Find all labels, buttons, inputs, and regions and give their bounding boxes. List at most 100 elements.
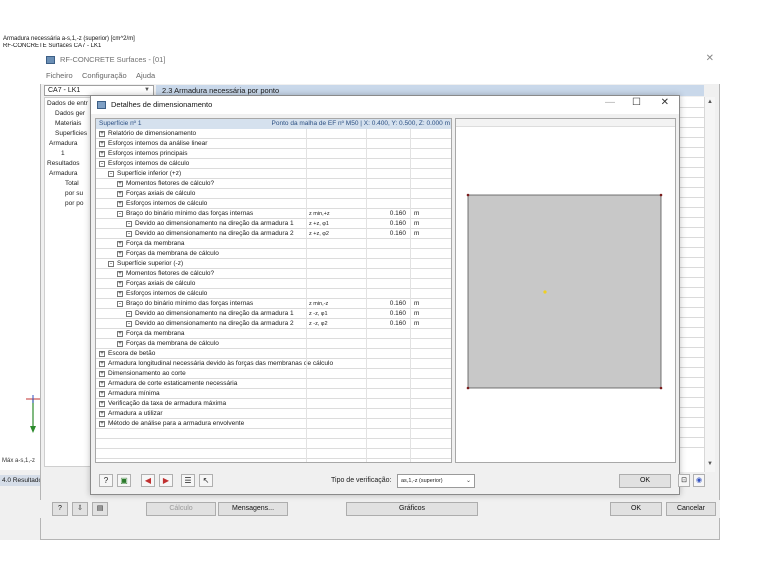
- graphic-panel[interactable]: [455, 118, 676, 463]
- collapse-icon[interactable]: -: [126, 221, 132, 227]
- chevron-up-icon[interactable]: ▲: [707, 99, 713, 105]
- collapse-icon[interactable]: -: [126, 321, 132, 327]
- table-row[interactable]: + Armadura de corte estaticamente necessá…: [96, 379, 451, 389]
- cancel-button[interactable]: Cancelar: [666, 502, 716, 516]
- next-icon[interactable]: ▶: [159, 474, 173, 487]
- table-row[interactable]: + Esforços internos de cálculo: [96, 199, 451, 209]
- export-icon[interactable]: ⇩: [72, 502, 88, 516]
- nav-item[interactable]: 1: [61, 150, 65, 157]
- expand-icon[interactable]: +: [117, 181, 123, 187]
- nav-item[interactable]: Materiais: [55, 120, 81, 127]
- previous-icon[interactable]: ◀: [141, 474, 155, 487]
- menu-ficheiro[interactable]: Ficheiro: [46, 71, 73, 80]
- table-row[interactable]: + Força da membrana: [96, 239, 451, 249]
- table-row[interactable]: - Devido ao dimensionamento na direção da…: [96, 309, 451, 319]
- nav-item[interactable]: Armadura: [49, 170, 78, 177]
- expand-icon[interactable]: +: [99, 391, 105, 397]
- expand-icon[interactable]: +: [99, 421, 105, 427]
- help-icon[interactable]: ?: [99, 474, 113, 487]
- expand-icon[interactable]: +: [99, 401, 105, 407]
- table-row[interactable]: + Armadura mínima: [96, 389, 451, 399]
- expand-icon[interactable]: +: [117, 341, 123, 347]
- table-row[interactable]: + Dimensionamento ao corte: [96, 369, 451, 379]
- results-panel-label[interactable]: 4.0 Resultados: [0, 475, 40, 486]
- expand-icon[interactable]: +: [99, 351, 105, 357]
- expand-icon[interactable]: +: [117, 281, 123, 287]
- expand-icon[interactable]: +: [117, 251, 123, 257]
- table-row[interactable]: - Devido ao dimensionamento na direção da…: [96, 229, 451, 239]
- collapse-icon[interactable]: -: [99, 161, 105, 167]
- collapse-icon[interactable]: -: [108, 171, 114, 177]
- menu-ajuda[interactable]: Ajuda: [136, 71, 155, 80]
- table-row[interactable]: + Esforços internos de cálculo: [96, 289, 451, 299]
- nav-item[interactable]: por su: [65, 190, 83, 197]
- collapse-icon[interactable]: -: [108, 261, 114, 267]
- table-row[interactable]: + Momentos fletores de cálculo?: [96, 269, 451, 279]
- nav-item[interactable]: por po: [65, 200, 83, 207]
- graphic-view-icon[interactable]: ⊡: [678, 474, 690, 487]
- nav-item[interactable]: Dados de entr: [47, 100, 88, 107]
- table-row[interactable]: + Armadura longitudinal necessária devido…: [96, 359, 451, 369]
- table-row[interactable]: - Braço do binário mínimo das forças inte…: [96, 299, 451, 309]
- expand-icon[interactable]: +: [99, 141, 105, 147]
- expand-icon[interactable]: +: [99, 381, 105, 387]
- table-row[interactable]: + Armadura a utilizar: [96, 409, 451, 419]
- expand-icon[interactable]: +: [117, 271, 123, 277]
- table-row[interactable]: - Superfície superior (-z): [96, 259, 451, 269]
- table-row[interactable]: - Superfície inferior (+z): [96, 169, 451, 179]
- nav-item[interactable]: Total: [65, 180, 79, 187]
- expand-icon[interactable]: +: [99, 371, 105, 377]
- table-row[interactable]: - Esforços internos de cálculo: [96, 159, 451, 169]
- dialog-ok-button[interactable]: OK: [619, 474, 671, 488]
- expand-icon[interactable]: +: [99, 411, 105, 417]
- table-row[interactable]: + Momentos fletores de cálculo?: [96, 179, 451, 189]
- expand-icon[interactable]: +: [117, 241, 123, 247]
- nav-item[interactable]: Armadura: [49, 140, 78, 147]
- verification-type-select[interactable]: as,1,-z (superior) ⌄: [397, 474, 475, 488]
- menu-configuracao[interactable]: Configuração: [82, 71, 127, 80]
- expand-icon[interactable]: +: [99, 131, 105, 137]
- table-row[interactable]: + Relatório de dimensionamento: [96, 129, 451, 139]
- collapse-icon[interactable]: -: [126, 231, 132, 237]
- table-row[interactable]: + Método de análise para a armadura envol…: [96, 419, 451, 429]
- table-row[interactable]: + Esforços internos da análise linear: [96, 139, 451, 149]
- table-row[interactable]: + Forças da membrana de cálculo: [96, 249, 451, 259]
- main-ok-button[interactable]: OK: [610, 502, 662, 516]
- close-icon[interactable]: ✕: [661, 97, 669, 108]
- table-row[interactable]: - Devido ao dimensionamento na direção da…: [96, 219, 451, 229]
- collapse-icon[interactable]: -: [117, 211, 123, 217]
- print-icon[interactable]: ▤: [92, 502, 108, 516]
- collapse-icon[interactable]: -: [117, 301, 123, 307]
- nav-item[interactable]: Superficies: [55, 130, 87, 137]
- table-row[interactable]: + Forças da membrana de cálculo: [96, 339, 451, 349]
- table-row[interactable]: + Esforços internos principais: [96, 149, 451, 159]
- eye-icon[interactable]: ◉: [693, 474, 705, 487]
- maximize-icon[interactable]: ☐: [632, 97, 641, 108]
- list-icon[interactable]: ☰: [181, 474, 195, 487]
- nav-item[interactable]: Resultados: [47, 160, 80, 167]
- minimize-icon[interactable]: —: [605, 97, 615, 108]
- expand-icon[interactable]: +: [117, 291, 123, 297]
- vertical-scrollbar[interactable]: ▲ ▼: [704, 97, 715, 472]
- calc-button[interactable]: Cálculo: [146, 502, 216, 516]
- help-icon[interactable]: ?: [52, 502, 68, 516]
- table-row[interactable]: + Verificação da taxa de armadura máxima: [96, 399, 451, 409]
- expand-icon[interactable]: +: [99, 151, 105, 157]
- expand-icon[interactable]: +: [117, 201, 123, 207]
- table-row[interactable]: - Devido ao dimensionamento na direção da…: [96, 319, 451, 329]
- chevron-down-icon[interactable]: ▼: [707, 461, 713, 467]
- expand-icon[interactable]: +: [117, 191, 123, 197]
- table-row[interactable]: - Braço do binário mínimo das forças inte…: [96, 209, 451, 219]
- table-row[interactable]: + Forças axiais de cálculo: [96, 189, 451, 199]
- nav-item[interactable]: Dados ger: [55, 110, 85, 117]
- collapse-icon[interactable]: -: [126, 311, 132, 317]
- graphics-button[interactable]: Gráficos: [346, 502, 478, 516]
- expand-icon[interactable]: +: [117, 331, 123, 337]
- select-icon[interactable]: ↖: [199, 474, 213, 487]
- messages-button[interactable]: Mensagens...: [218, 502, 288, 516]
- table-row[interactable]: + Escora de betão: [96, 349, 451, 359]
- close-icon[interactable]: ✕: [706, 53, 714, 64]
- table-row[interactable]: + Forças axiais de cálculo: [96, 279, 451, 289]
- excel-export-icon[interactable]: ▣: [117, 474, 131, 487]
- table-row[interactable]: + Força da membrana: [96, 329, 451, 339]
